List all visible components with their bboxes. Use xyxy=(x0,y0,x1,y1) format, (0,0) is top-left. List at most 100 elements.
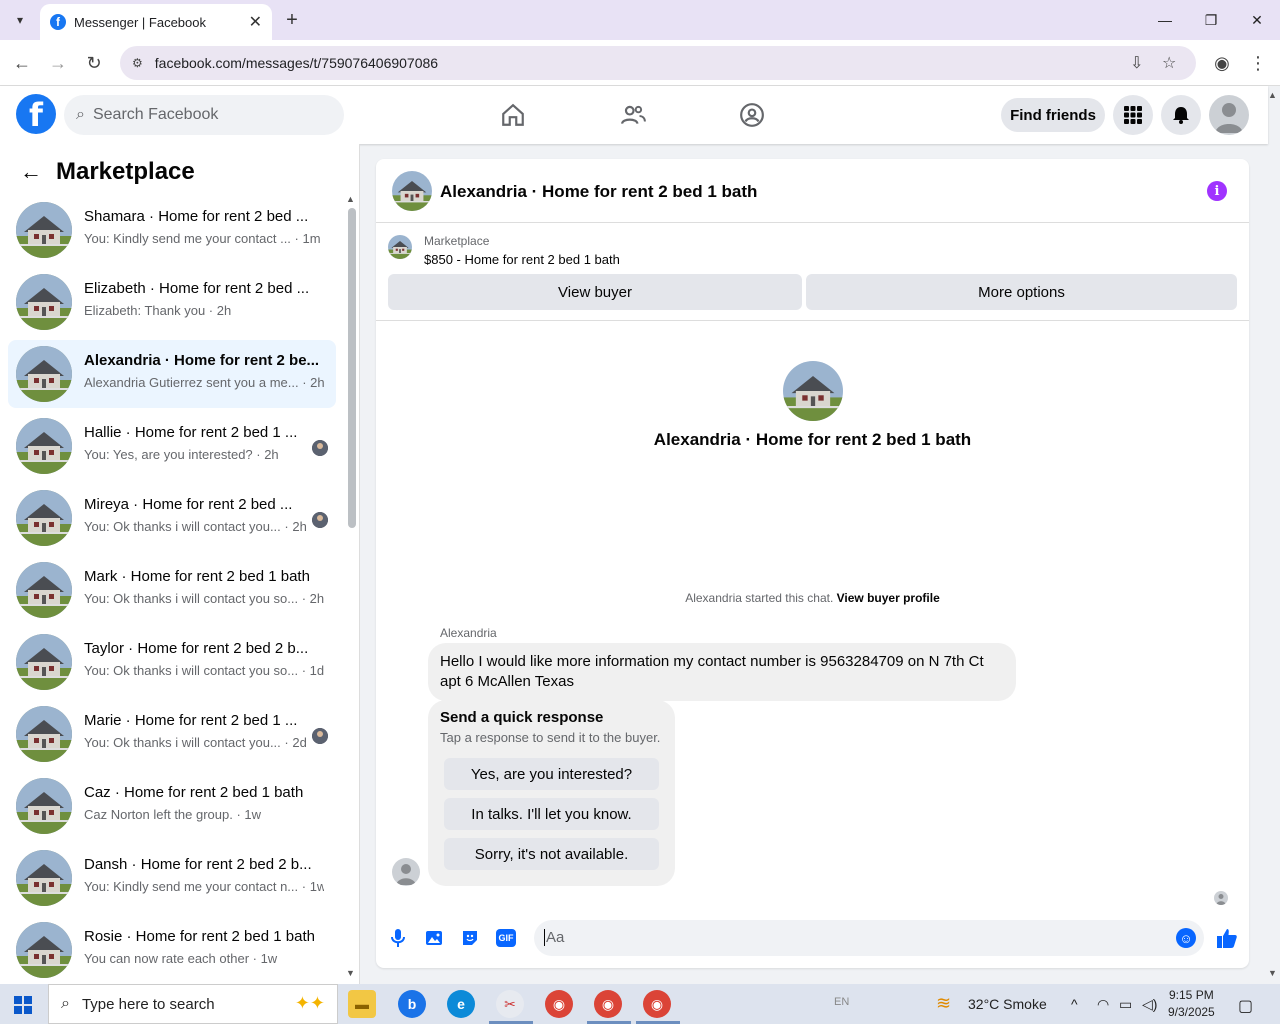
restore-icon[interactable]: ❐ xyxy=(1188,0,1234,40)
quick-response-option[interactable]: Yes, are you interested? xyxy=(444,758,659,790)
volume-icon[interactable]: ◁) xyxy=(1142,996,1157,1013)
menu-grid-icon[interactable] xyxy=(1113,95,1153,135)
site-info-icon[interactable]: ⚙ xyxy=(132,56,143,70)
conversation-avatar xyxy=(16,346,72,402)
read-receipt-avatar xyxy=(312,512,328,528)
facebook-logo-icon[interactable]: f xyxy=(16,94,56,134)
windows-start-icon[interactable] xyxy=(14,996,32,1014)
conversation-avatar xyxy=(16,202,72,258)
conversation-snippet: Elizabeth: Thank you · 2h xyxy=(84,303,232,318)
chat-started-notice: Alexandria started this chat. View buyer… xyxy=(376,591,1249,605)
sticker-icon[interactable] xyxy=(459,927,481,949)
started-text: Alexandria started this chat. xyxy=(685,591,834,605)
conversation-avatar xyxy=(783,361,843,421)
message-input[interactable]: Aa ☺ xyxy=(534,920,1204,956)
conversation-item[interactable]: Alexandria · Home for rent 2 be... Alexan… xyxy=(8,340,336,408)
conversation-item[interactable]: Shamara · Home for rent 2 bed ... You: Ki… xyxy=(8,196,336,264)
minimize-icon[interactable]: — xyxy=(1142,0,1188,40)
friends-icon[interactable] xyxy=(618,100,648,130)
wifi-icon[interactable]: ◠ xyxy=(1097,996,1109,1013)
notifications-bell-icon[interactable] xyxy=(1161,95,1201,135)
browser-tab-bar: ▾ f Messenger | Facebook ✕ + — ❐ ✕ xyxy=(0,0,1280,40)
conversation-item[interactable]: Mark · Home for rent 2 bed 1 bath You: Ok… xyxy=(8,556,336,624)
conversation-snippet: You: Ok thanks i will contact you so... … xyxy=(84,663,324,678)
marketplace-listing-bar: Marketplace $850 - Home for rent 2 bed 1… xyxy=(376,223,1249,321)
chrome-profile-icon[interactable]: ◉ xyxy=(594,990,622,1018)
weather-text[interactable]: 32°C Smoke xyxy=(968,996,1047,1012)
home-icon[interactable] xyxy=(498,100,528,130)
back-icon[interactable]: ← xyxy=(10,51,34,75)
weather-icon[interactable]: ≋ xyxy=(936,993,951,1014)
conversation-item[interactable]: Caz · Home for rent 2 bed 1 bath Caz Nort… xyxy=(8,772,336,840)
new-tab-icon[interactable]: + xyxy=(280,8,304,32)
close-window-icon[interactable]: ✕ xyxy=(1234,0,1280,40)
listing-title[interactable]: $850 - Home for rent 2 bed 1 bath xyxy=(424,252,620,267)
chrome-profile-2-icon[interactable]: ◉ xyxy=(643,990,671,1018)
emoji-icon[interactable]: ☺ xyxy=(1176,928,1196,948)
gif-icon[interactable]: GIF xyxy=(496,929,516,947)
quick-response-option[interactable]: In talks. I'll let you know. xyxy=(444,798,659,830)
microphone-icon[interactable] xyxy=(387,927,409,949)
back-arrow-icon[interactable]: ← xyxy=(20,159,42,185)
conversation-avatar xyxy=(16,418,72,474)
browser-menu-icon[interactable]: ⋮ xyxy=(1246,51,1270,75)
page-scroll-up-icon[interactable]: ▲ xyxy=(1268,90,1277,100)
browser-tab[interactable]: f Messenger | Facebook ✕ xyxy=(40,4,272,40)
sidebar-scrollbar[interactable] xyxy=(348,208,356,528)
quick-response-option[interactable]: Sorry, it's not available. xyxy=(444,838,659,870)
conversation-avatar xyxy=(16,706,72,762)
conversation-item[interactable]: Rosie · Home for rent 2 bed 1 bath You ca… xyxy=(8,916,336,984)
install-app-icon[interactable]: ⇩ xyxy=(1130,53,1143,73)
scroll-up-icon[interactable]: ▲ xyxy=(346,194,355,204)
close-tab-icon[interactable]: ✕ xyxy=(249,12,262,32)
chrome-icon[interactable]: ◉ xyxy=(545,990,573,1018)
file-explorer-icon[interactable]: ▬ xyxy=(348,990,376,1018)
reload-icon[interactable]: ↻ xyxy=(82,51,106,75)
account-avatar[interactable] xyxy=(1209,95,1249,135)
battery-icon[interactable]: ▭ xyxy=(1119,996,1132,1013)
conversation-item[interactable]: Hallie · Home for rent 2 bed 1 ... You: Y… xyxy=(8,412,336,480)
bookmark-star-icon[interactable]: ☆ xyxy=(1162,53,1176,73)
tab-search-dropdown-icon[interactable]: ▾ xyxy=(8,8,32,32)
conversation-item[interactable]: Marie · Home for rent 2 bed 1 ... You: Ok… xyxy=(8,700,336,768)
bing-icon[interactable]: b xyxy=(398,990,426,1018)
facebook-header: f ⌕ Search Facebook Find friends xyxy=(0,86,1268,144)
taskbar-clock[interactable]: 9:15 PM 9/3/2025 xyxy=(1168,987,1215,1021)
chat-title[interactable]: Alexandria · Home for rent 2 bed 1 bath xyxy=(440,182,757,202)
more-options-button[interactable]: More options xyxy=(806,274,1237,310)
find-friends-button[interactable]: Find friends xyxy=(1001,98,1105,132)
facebook-search-input[interactable]: ⌕ Search Facebook xyxy=(64,95,344,135)
chat-avatar[interactable] xyxy=(392,171,432,211)
conversation-snippet: You: Kindly send me your contact ... · 1… xyxy=(84,231,321,246)
show-hidden-icons-icon[interactable]: ^ xyxy=(1071,996,1078,1012)
conversation-item[interactable]: Taylor · Home for rent 2 bed 2 b... You: … xyxy=(8,628,336,696)
forward-icon[interactable]: → xyxy=(46,51,70,75)
tab-title: Messenger | Facebook xyxy=(74,14,206,30)
profile-icon[interactable]: ◉ xyxy=(1210,51,1234,75)
thumbs-up-icon[interactable] xyxy=(1216,927,1238,955)
edge-icon[interactable]: e xyxy=(447,990,475,1018)
notification-center-icon[interactable]: ▢ xyxy=(1238,996,1253,1016)
page-scroll-down-icon[interactable]: ▼ xyxy=(1268,968,1277,978)
conversation-snippet: You can now rate each other · 1w xyxy=(84,951,278,966)
conversation-item[interactable]: Dansh · Home for rent 2 bed 2 b... You: K… xyxy=(8,844,336,912)
search-highlight-icon: ✦✦ xyxy=(294,993,325,1013)
conversation-item[interactable]: Elizabeth · Home for rent 2 bed ... Eliza… xyxy=(8,268,336,336)
snipping-tool-icon[interactable]: ✂ xyxy=(496,990,524,1018)
conversation-name: Mireya · Home for rent 2 bed ... xyxy=(84,496,293,513)
conversation-snippet: You: Ok thanks i will contact you... · 2… xyxy=(84,735,307,750)
conversation-name: Marie · Home for rent 2 bed 1 ... xyxy=(84,712,298,729)
view-buyer-profile-link[interactable]: View buyer profile xyxy=(837,591,940,605)
language-indicator[interactable]: EN xyxy=(834,996,849,1008)
conversation-name: Taylor · Home for rent 2 bed 2 b... xyxy=(84,640,309,657)
taskbar-search-input[interactable]: ⌕ Type here to search ✦✦ xyxy=(48,984,338,1024)
address-bar[interactable]: ⚙ facebook.com/messages/t/75907640690708… xyxy=(120,46,1196,80)
photo-icon[interactable] xyxy=(423,927,445,949)
message-bubble[interactable]: Hello I would like more information my c… xyxy=(428,643,1016,701)
info-icon[interactable]: i xyxy=(1207,181,1227,201)
conversation-item[interactable]: Mireya · Home for rent 2 bed ... You: Ok … xyxy=(8,484,336,552)
read-receipt-avatar xyxy=(312,440,328,456)
view-buyer-button[interactable]: View buyer xyxy=(388,274,802,310)
scroll-down-icon[interactable]: ▼ xyxy=(346,968,355,978)
groups-icon[interactable] xyxy=(737,100,767,130)
